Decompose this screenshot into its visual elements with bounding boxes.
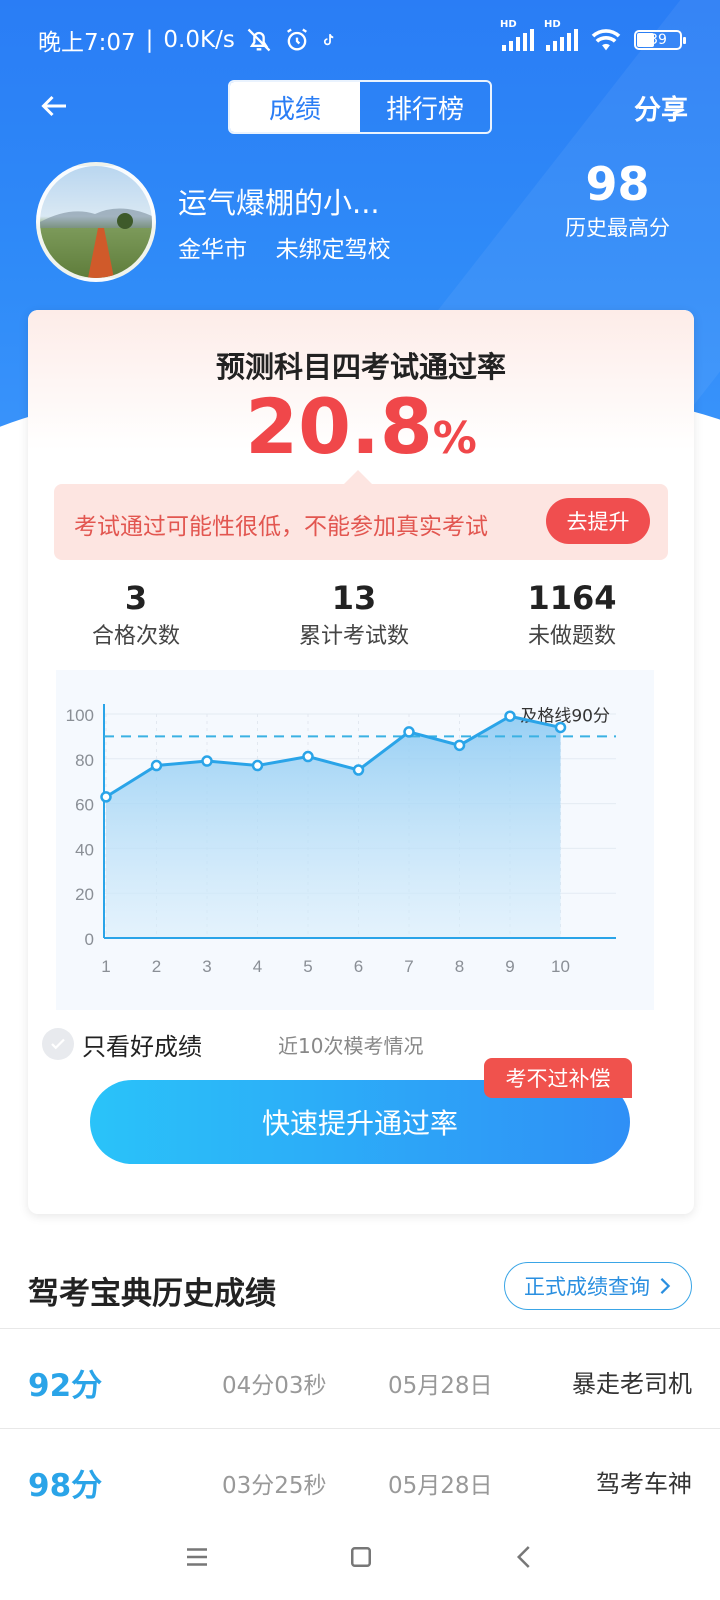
pass-rate: 20.8% bbox=[28, 382, 694, 471]
warning-text: 考试通过可能性很低，不能参加真实考试 bbox=[74, 514, 488, 540]
history-date: 05月28日 bbox=[388, 1473, 493, 1499]
data-point bbox=[504, 710, 516, 722]
divider bbox=[0, 1428, 720, 1429]
y-tick-label: 60 bbox=[75, 796, 94, 815]
stat-passed-label: 合格次数 bbox=[91, 624, 180, 649]
y-tick-label: 20 bbox=[75, 885, 94, 904]
menu-icon[interactable] bbox=[182, 1542, 212, 1572]
profile-section: 运气爆棚的小... 金华市 未绑定驾校 98 历史最高分 bbox=[36, 157, 686, 282]
recent-exams-note: 近10次模考情况 bbox=[278, 1034, 424, 1058]
x-tick-label: 10 bbox=[551, 957, 570, 976]
signal-icon-2: HD bbox=[544, 19, 578, 51]
y-tick-label: 40 bbox=[75, 840, 94, 859]
wifi-icon bbox=[591, 29, 621, 51]
y-tick-label: 0 bbox=[85, 930, 94, 949]
pass-line-label: 及格线90分 bbox=[520, 706, 610, 726]
score-chart-svg: 0 20 40 60 80 100 及格线90分 1 2 3 4 5 6 7 8 9 10 bbox=[66, 704, 616, 976]
good-only-filter[interactable]: 只看好成绩 bbox=[42, 1024, 202, 1064]
x-tick-label: 5 bbox=[303, 957, 312, 976]
y-tick-label: 100 bbox=[66, 706, 94, 725]
tiktok-icon bbox=[323, 34, 334, 46]
location-info: 金华市 未绑定驾校 bbox=[178, 230, 391, 264]
share-button[interactable]: 分享 bbox=[634, 88, 688, 127]
system-nav-bar bbox=[0, 1512, 720, 1600]
best-score-value: 98 bbox=[585, 157, 650, 211]
history-row[interactable]: 92分 04分03秒 05月28日 暴走老司机 bbox=[0, 1330, 720, 1430]
history-title: 驾考宝典历史成绩 bbox=[28, 1276, 276, 1312]
data-point bbox=[453, 739, 466, 752]
data-point bbox=[554, 721, 567, 734]
compensation-badge: 考不过补偿 bbox=[484, 1058, 632, 1098]
alarm-icon bbox=[286, 28, 307, 51]
driving-school[interactable]: 未绑定驾校 bbox=[276, 237, 391, 263]
back-icon[interactable] bbox=[510, 1542, 540, 1572]
data-point bbox=[201, 755, 213, 767]
avatar[interactable] bbox=[36, 162, 156, 282]
x-tick-label: 7 bbox=[404, 957, 413, 976]
stats-row: 3 合格次数 13 累计考试数 1164 未做题数 bbox=[28, 578, 694, 658]
best-score: 98 历史最高分 bbox=[565, 156, 670, 242]
history-rank-title: 暴走老司机 bbox=[572, 1370, 692, 1398]
stat-passed-value: 3 bbox=[124, 579, 148, 617]
check-icon[interactable] bbox=[42, 1028, 74, 1060]
official-score-link[interactable]: 正式成绩查询 bbox=[504, 1262, 692, 1310]
signal-icon: HD bbox=[500, 19, 534, 51]
data-point bbox=[403, 726, 415, 738]
x-tick-label: 1 bbox=[101, 957, 110, 976]
history-date: 05月28日 bbox=[388, 1373, 493, 1399]
stat-passed: 3 合格次数 bbox=[46, 578, 226, 650]
x-tick-label: 4 bbox=[253, 957, 262, 976]
city: 金华市 bbox=[178, 237, 247, 263]
divider bbox=[0, 1328, 720, 1329]
improve-button[interactable]: 去提升 bbox=[546, 498, 650, 544]
data-point bbox=[150, 759, 163, 772]
history-score: 92分 bbox=[28, 1368, 103, 1404]
prediction-title: 预测科目四考试通过率 bbox=[215, 350, 506, 384]
pass-rate-unit: % bbox=[432, 413, 477, 464]
tab-ranking[interactable]: 排行榜 bbox=[360, 82, 490, 132]
chevron-right-icon bbox=[660, 1278, 671, 1294]
stat-undone: 1164 未做题数 bbox=[482, 578, 662, 650]
bell-muted-icon bbox=[247, 28, 271, 52]
warning-banner: 考试通过可能性很低，不能参加真实考试 去提升 bbox=[54, 470, 668, 560]
username: 运气爆棚的小... bbox=[178, 186, 380, 220]
x-tick-label: 8 bbox=[455, 957, 464, 976]
data-point bbox=[302, 750, 314, 763]
back-arrow-icon[interactable] bbox=[36, 88, 72, 124]
x-tick-label: 6 bbox=[354, 957, 363, 976]
top-nav: 成绩 排行榜 分享 bbox=[0, 78, 720, 134]
area-fill bbox=[106, 716, 561, 938]
prediction-card: 预测科目四考试通过率 20.8% 考试通过可能性很低，不能参加真实考试 去提升 … bbox=[28, 310, 694, 1214]
x-tick-label: 3 bbox=[202, 957, 211, 976]
pass-rate-value: 20.8 bbox=[245, 382, 433, 471]
home-icon[interactable] bbox=[346, 1542, 376, 1572]
status-time: 晚上7:07 bbox=[38, 30, 136, 56]
stat-total-value: 13 bbox=[331, 579, 377, 617]
stat-total: 13 累计考试数 bbox=[264, 578, 444, 650]
best-score-label: 历史最高分 bbox=[565, 216, 670, 240]
history-rank-title: 驾考车神 bbox=[596, 1470, 692, 1498]
data-point bbox=[100, 791, 112, 803]
stat-undone-value: 1164 bbox=[527, 579, 617, 617]
network-speed: 0.0K/s bbox=[163, 27, 235, 53]
history-duration: 04分03秒 bbox=[222, 1373, 327, 1399]
x-tick-label: 2 bbox=[152, 957, 161, 976]
status-bar: 晚上7:07 | 0.0K/s HD HD 39 bbox=[0, 0, 720, 80]
tab-switcher: 成绩 排行榜 bbox=[228, 80, 492, 134]
tab-score[interactable]: 成绩 bbox=[230, 82, 360, 132]
stat-undone-label: 未做题数 bbox=[527, 624, 616, 649]
stat-total-label: 累计考试数 bbox=[298, 624, 409, 649]
good-only-label: 只看好成绩 bbox=[82, 1032, 202, 1061]
y-tick-label: 80 bbox=[75, 751, 94, 770]
history-duration: 03分25秒 bbox=[222, 1473, 327, 1499]
data-point bbox=[352, 764, 365, 776]
official-score-link-label: 正式成绩查询 bbox=[524, 1275, 650, 1299]
x-tick-label: 9 bbox=[505, 957, 514, 976]
battery-icon: 39 bbox=[634, 30, 686, 50]
score-chart: 0 20 40 60 80 100 及格线90分 1 2 3 4 5 6 7 8 9 10 bbox=[56, 670, 654, 1010]
data-point bbox=[251, 759, 264, 772]
history-score: 98分 bbox=[28, 1468, 103, 1504]
